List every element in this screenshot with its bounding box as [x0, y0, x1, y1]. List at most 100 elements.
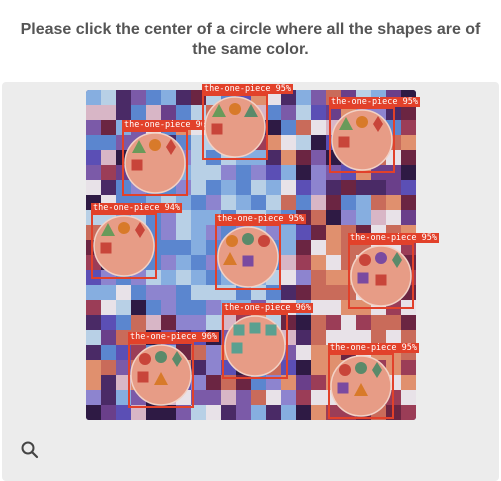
shape-sq	[242, 255, 254, 267]
mosaic-cell	[206, 375, 222, 391]
mosaic-cell	[101, 120, 117, 136]
mosaic-cell	[101, 315, 117, 331]
shape-circ	[226, 235, 238, 247]
shape-sq	[337, 382, 349, 394]
circle-2[interactable]	[204, 96, 266, 158]
mosaic-cell	[371, 330, 387, 346]
mosaic-cell	[221, 180, 237, 196]
mosaic-cell	[341, 180, 357, 196]
shape-circ	[149, 139, 161, 151]
mosaic-cell	[401, 90, 416, 106]
circle-8[interactable]	[130, 344, 192, 406]
mosaic-cell	[371, 90, 387, 106]
shape-circ	[118, 222, 130, 234]
mosaic-cell	[401, 120, 416, 136]
mosaic-cell	[311, 225, 327, 241]
mosaic-cell	[296, 405, 312, 420]
mosaic-cell	[311, 300, 327, 316]
mosaic-cell	[266, 210, 282, 226]
shape-circ	[355, 362, 367, 374]
mosaic-cell	[191, 210, 207, 226]
mosaic-cell	[266, 150, 282, 166]
mosaic-cell	[146, 90, 162, 106]
mosaic-cell	[341, 330, 357, 346]
mosaic-cell	[191, 165, 207, 181]
mosaic-cell	[311, 375, 327, 391]
mosaic-cell	[191, 225, 207, 241]
mosaic-cell	[101, 345, 117, 361]
mosaic-cell	[131, 105, 147, 121]
mosaic-cell	[296, 390, 312, 406]
mosaic-cell	[191, 180, 207, 196]
circle-6[interactable]	[350, 245, 412, 307]
mosaic-cell	[161, 210, 177, 226]
mosaic-cell	[176, 210, 192, 226]
mosaic-cell	[131, 315, 147, 331]
mosaic-cell	[266, 195, 282, 211]
mosaic-cell	[296, 240, 312, 256]
mosaic-cell	[116, 285, 132, 301]
mosaic-cell	[236, 165, 252, 181]
mosaic-cell	[326, 240, 342, 256]
mosaic-cell	[371, 225, 387, 241]
mosaic-cell	[281, 390, 297, 406]
mosaic-cell	[281, 210, 297, 226]
mosaic-cell	[161, 90, 177, 106]
mosaic-cell	[251, 300, 267, 316]
mosaic-cell	[266, 405, 282, 420]
mosaic-cell	[296, 180, 312, 196]
mosaic-cell	[176, 270, 192, 286]
mosaic-cell	[206, 195, 222, 211]
mosaic-cell	[221, 165, 237, 181]
mosaic-cell	[266, 390, 282, 406]
mosaic-cell	[236, 300, 252, 316]
mosaic-cell	[266, 90, 282, 106]
mosaic-cell	[296, 315, 312, 331]
mosaic-cell	[311, 180, 327, 196]
mosaic-cell	[86, 405, 102, 420]
circle-1[interactable]	[124, 132, 186, 194]
mosaic-cell	[356, 180, 372, 196]
mosaic-cell	[281, 135, 297, 151]
circle-7[interactable]	[224, 315, 286, 377]
mosaic-cell	[101, 300, 117, 316]
mosaic-cell	[236, 180, 252, 196]
mosaic-cell	[341, 195, 357, 211]
mosaic-cell	[386, 180, 402, 196]
mosaic-cell	[281, 165, 297, 181]
mosaic-cell	[206, 210, 222, 226]
circle-9[interactable]	[330, 355, 392, 417]
shape-circ	[229, 103, 241, 115]
mosaic-cell	[401, 225, 416, 241]
mosaic-cell	[401, 210, 416, 226]
mosaic-cell	[296, 270, 312, 286]
shape-sq	[100, 242, 112, 254]
mosaic-cell	[86, 300, 102, 316]
mosaic-cell	[86, 360, 102, 376]
circle-4[interactable]	[93, 215, 155, 277]
mosaic-cell	[146, 195, 162, 211]
mosaic-cell	[176, 405, 192, 420]
mosaic-cell	[146, 315, 162, 331]
mosaic-cell	[206, 180, 222, 196]
mosaic-cell	[401, 195, 416, 211]
mosaic-cell	[326, 285, 342, 301]
mosaic-cell	[266, 120, 282, 136]
mosaic-cell	[326, 195, 342, 211]
circle-3[interactable]	[331, 109, 393, 171]
shape-circ	[339, 364, 351, 376]
magnifier-icon[interactable]	[20, 440, 40, 460]
circle-5[interactable]	[217, 226, 279, 288]
mosaic-cell	[326, 300, 342, 316]
mosaic-cell	[356, 195, 372, 211]
mosaic-cell	[101, 285, 117, 301]
mosaic-cell	[191, 285, 207, 301]
mosaic-cell	[191, 390, 207, 406]
mosaic-cell	[251, 165, 267, 181]
mosaic-cell	[311, 120, 327, 136]
mosaic-cell	[176, 315, 192, 331]
mosaic-cell	[281, 120, 297, 136]
mosaic-cell	[311, 405, 327, 420]
mosaic-cell	[296, 120, 312, 136]
mosaic-cell	[191, 300, 207, 316]
